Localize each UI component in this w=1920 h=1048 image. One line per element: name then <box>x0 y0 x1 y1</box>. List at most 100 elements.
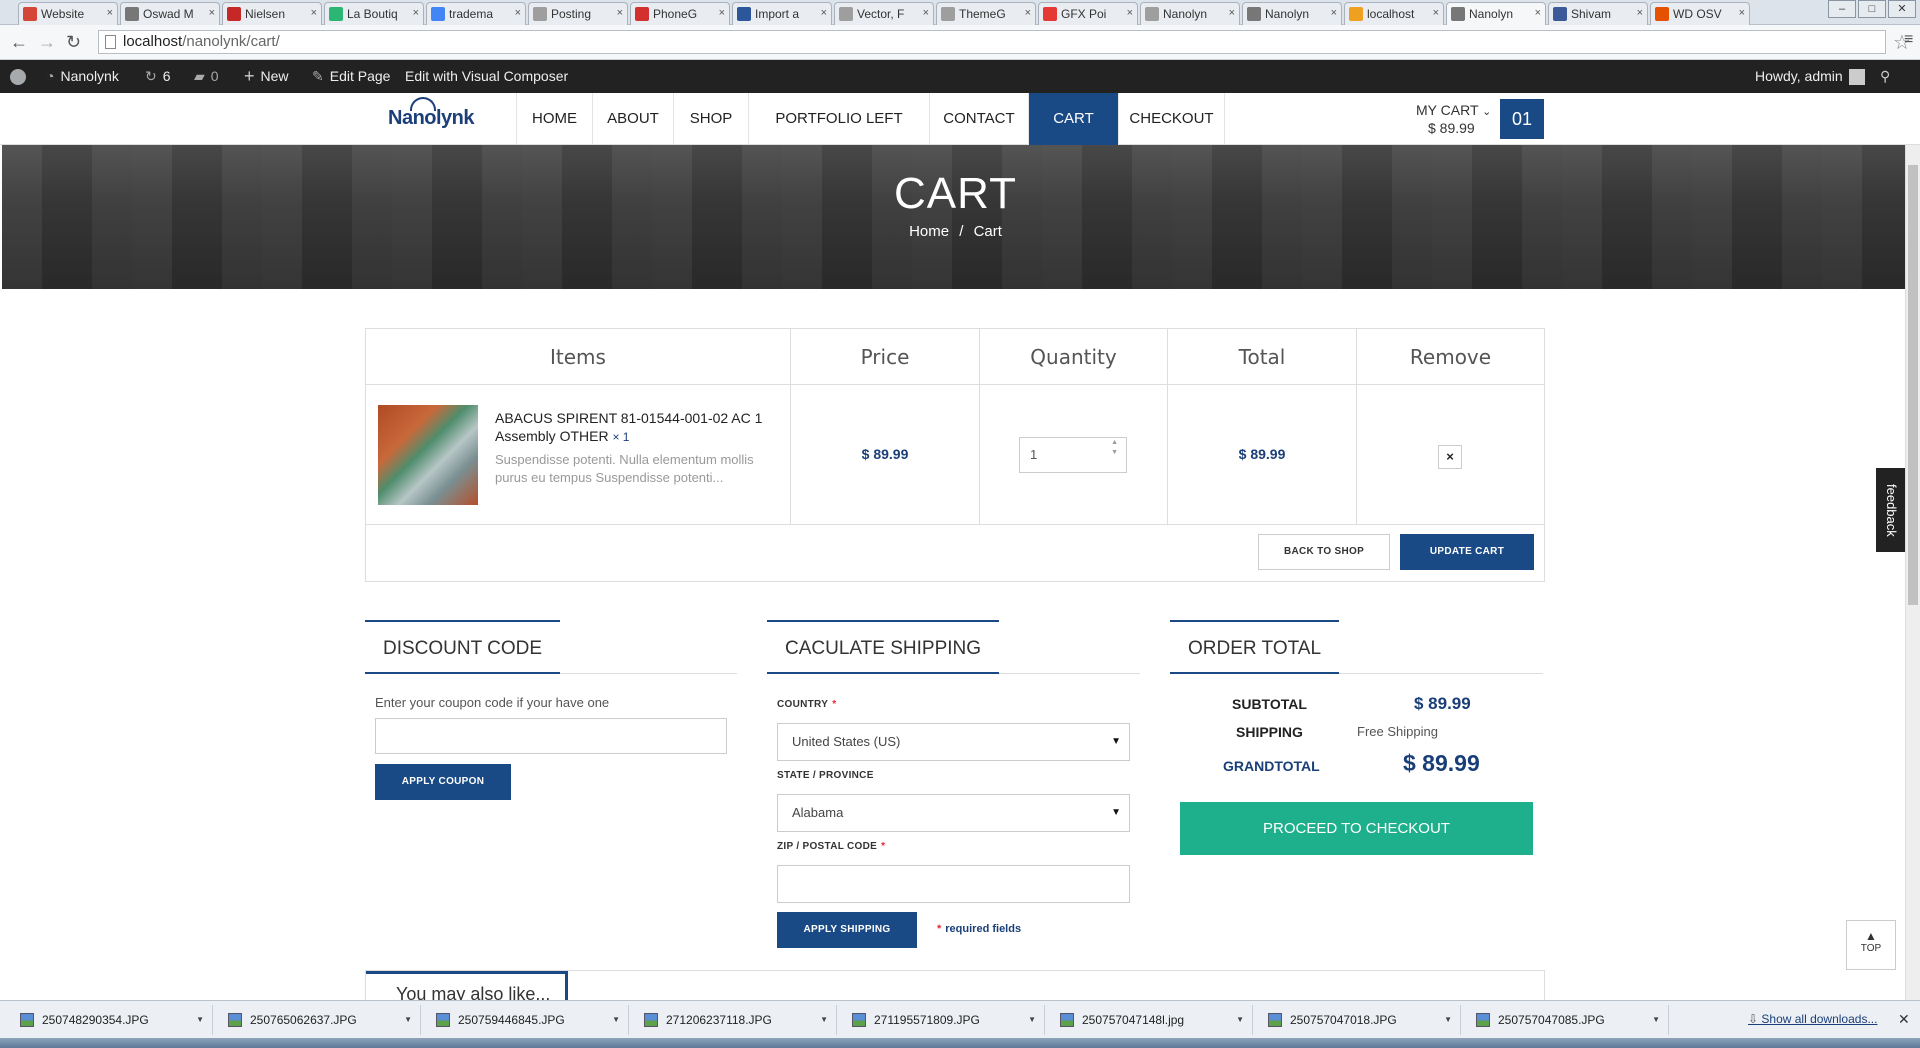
download-menu-icon[interactable]: ▼ <box>1236 1005 1244 1035</box>
download-item[interactable]: 271195571809.JPG ▼ <box>840 1005 1045 1035</box>
back-icon[interactable]: ← <box>10 32 28 53</box>
close-tab-icon[interactable]: × <box>209 7 215 19</box>
download-item[interactable]: 250759446845.JPG ▼ <box>424 1005 629 1035</box>
browser-tab[interactable]: Nanolyn × <box>1446 2 1546 25</box>
browser-tab[interactable]: localhost × <box>1344 2 1444 25</box>
reload-icon[interactable]: ↻ <box>66 32 81 53</box>
coupon-input[interactable] <box>375 718 727 754</box>
minimize-button[interactable]: – <box>1828 0 1856 18</box>
my-cart[interactable]: MY CART ⌄ $ 89.99 <box>1416 102 1491 136</box>
admin-updates[interactable]: ↻ 6 <box>145 60 171 93</box>
nav-item-shop[interactable]: SHOP <box>673 93 748 145</box>
nav-divider <box>1224 93 1225 145</box>
browser-tab[interactable]: Nanolyn × <box>1140 2 1240 25</box>
product-thumbnail[interactable] <box>378 405 478 505</box>
wordpress-logo-icon[interactable] <box>10 60 26 93</box>
browser-tab[interactable]: La Boutiq × <box>324 2 424 25</box>
close-tab-icon[interactable]: × <box>1739 7 1745 19</box>
browser-tab[interactable]: WD OSV × <box>1650 2 1750 25</box>
close-tab-icon[interactable]: × <box>1637 7 1643 19</box>
browser-tab[interactable]: Vector, F × <box>834 2 934 25</box>
zip-input[interactable] <box>777 865 1130 903</box>
site-logo[interactable]: Nanolynk <box>388 97 475 130</box>
menu-icon[interactable]: ≡ <box>1904 31 1913 49</box>
admin-visual-composer[interactable]: Edit with Visual Composer <box>405 60 568 93</box>
download-menu-icon[interactable]: ▼ <box>1028 1005 1036 1035</box>
nav-item-about[interactable]: ABOUT <box>592 93 673 145</box>
nav-item-checkout[interactable]: CHECKOUT <box>1118 93 1224 145</box>
close-tab-icon[interactable]: × <box>617 7 623 19</box>
nav-item-portfolio-left-sidebar[interactable]: PORTFOLIO LEFT SIDEBAR <box>748 93 929 179</box>
download-menu-icon[interactable]: ▼ <box>404 1005 412 1035</box>
quantity-stepper[interactable]: 1 ▲ ▼ <box>1019 437 1127 473</box>
browser-tab[interactable]: Shivam × <box>1548 2 1648 25</box>
apply-coupon-button[interactable]: APPLY COUPON <box>375 764 511 800</box>
page-scrollbar[interactable] <box>1905 145 1920 1000</box>
download-item[interactable]: 250757047018.JPG ▼ <box>1256 1005 1461 1035</box>
breadcrumb-home[interactable]: Home <box>909 223 949 240</box>
download-item[interactable]: 250765062637.JPG ▼ <box>216 1005 421 1035</box>
maximize-button[interactable]: □ <box>1858 0 1886 18</box>
download-menu-icon[interactable]: ▼ <box>612 1005 620 1035</box>
admin-comments[interactable]: ▰ 0 <box>194 60 219 93</box>
close-tab-icon[interactable]: × <box>923 7 929 19</box>
download-item[interactable]: 250748290354.JPG ▼ <box>8 1005 213 1035</box>
browser-tab[interactable]: ThemeG × <box>936 2 1036 25</box>
close-tab-icon[interactable]: × <box>515 7 521 19</box>
admin-search-icon[interactable]: ⚲ <box>1880 60 1890 93</box>
nav-item-contact[interactable]: CONTACT <box>929 93 1028 145</box>
browser-tab[interactable]: Import a × <box>732 2 832 25</box>
browser-tab[interactable]: Nanolyn × <box>1242 2 1342 25</box>
close-tab-icon[interactable]: × <box>821 7 827 19</box>
download-menu-icon[interactable]: ▼ <box>1652 1005 1660 1035</box>
close-tab-icon[interactable]: × <box>1535 7 1541 19</box>
close-tab-icon[interactable]: × <box>1025 7 1031 19</box>
remove-item-button[interactable]: × <box>1438 445 1462 469</box>
admin-account[interactable]: Howdy, admin <box>1755 60 1865 93</box>
download-menu-icon[interactable]: ▼ <box>196 1005 204 1035</box>
close-downloads-icon[interactable]: ✕ <box>1898 1011 1910 1028</box>
nav-item-home[interactable]: HOME <box>516 93 592 145</box>
back-to-top-button[interactable]: ▲ TOP <box>1846 920 1896 970</box>
browser-tab[interactable]: Posting × <box>528 2 628 25</box>
close-tab-icon[interactable]: × <box>311 7 317 19</box>
scrollbar-thumb[interactable] <box>1908 165 1918 605</box>
download-menu-icon[interactable]: ▼ <box>820 1005 828 1035</box>
close-window-button[interactable]: ✕ <box>1888 0 1916 18</box>
cart-count-badge[interactable]: 01 <box>1500 99 1544 139</box>
close-tab-icon[interactable]: × <box>1127 7 1133 19</box>
update-cart-button[interactable]: UPDATE CART <box>1400 534 1534 570</box>
browser-tab[interactable]: PhoneG × <box>630 2 730 25</box>
proceed-to-checkout-button[interactable]: PROCEED TO CHECKOUT <box>1180 802 1533 855</box>
show-all-downloads-link[interactable]: ⇩ Show all downloads... <box>1748 1012 1877 1026</box>
close-tab-icon[interactable]: × <box>1433 7 1439 19</box>
browser-tab[interactable]: Nielsen × <box>222 2 322 25</box>
forward-icon[interactable]: → <box>38 32 56 53</box>
url-input[interactable]: localhost/nanolynk/cart/ <box>98 30 1886 54</box>
nav-item-cart[interactable]: CART <box>1028 93 1118 145</box>
close-tab-icon[interactable]: × <box>107 7 113 19</box>
browser-tab[interactable]: GFX Poi × <box>1038 2 1138 25</box>
browser-tab[interactable]: Oswad M × <box>120 2 220 25</box>
download-menu-icon[interactable]: ▼ <box>1444 1005 1452 1035</box>
download-item[interactable]: 271206237118.JPG ▼ <box>632 1005 837 1035</box>
admin-new[interactable]: + New <box>244 60 289 93</box>
close-tab-icon[interactable]: × <box>1229 7 1235 19</box>
browser-tab[interactable]: tradema × <box>426 2 526 25</box>
admin-site-link[interactable]: ◔ Nanolynk <box>46 60 119 93</box>
country-select[interactable]: United States (US) ▼ <box>777 723 1130 761</box>
stepper-down-icon[interactable]: ▼ <box>1111 436 1118 470</box>
download-arrow-icon: ⇩ <box>1748 1012 1762 1026</box>
admin-edit-page[interactable]: ✎ Edit Page <box>312 60 390 93</box>
download-item[interactable]: 250757047085.JPG ▼ <box>1464 1005 1669 1035</box>
state-select[interactable]: Alabama ▼ <box>777 794 1130 832</box>
close-tab-icon[interactable]: × <box>413 7 419 19</box>
close-tab-icon[interactable]: × <box>1331 7 1337 19</box>
feedback-tab[interactable]: feedback <box>1876 468 1906 552</box>
download-item[interactable]: 250757047148l.jpg ▼ <box>1048 1005 1253 1035</box>
product-description: Suspendisse potenti. Nulla elementum mol… <box>495 452 754 485</box>
close-tab-icon[interactable]: × <box>719 7 725 19</box>
apply-shipping-button[interactable]: APPLY SHIPPING <box>777 912 917 948</box>
back-to-shop-button[interactable]: BACK TO SHOP <box>1258 534 1390 570</box>
browser-tab[interactable]: Website × <box>18 2 118 25</box>
